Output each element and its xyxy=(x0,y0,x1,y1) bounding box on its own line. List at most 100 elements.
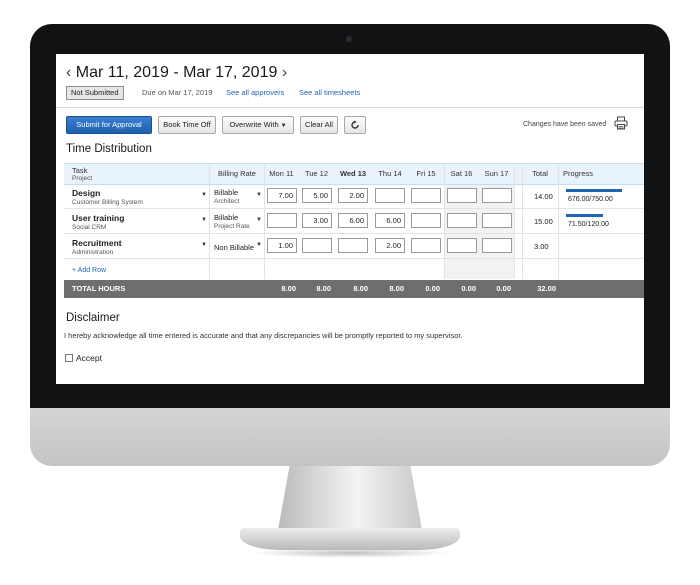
task-name: Recruitment xyxy=(72,238,122,248)
task-dropdown-icon[interactable]: ▼ xyxy=(201,242,207,248)
chevron-right-icon[interactable]: › xyxy=(282,64,287,82)
day-total: 8.00 xyxy=(316,284,331,293)
hours-input[interactable]: 2.00 xyxy=(338,188,368,203)
overwrite-with-label: Overwrite With xyxy=(229,120,279,129)
task-project: Social CRM xyxy=(72,224,107,231)
print-icon[interactable] xyxy=(614,116,628,130)
hours-input[interactable]: 2.00 xyxy=(375,238,405,253)
hours-input[interactable] xyxy=(411,213,441,228)
progress-bar xyxy=(566,189,622,192)
time-distribution-title: Time Distribution xyxy=(66,143,152,155)
billing-type: Billable xyxy=(214,213,239,222)
progress-value: 71.50/120.00 xyxy=(568,221,609,228)
caret-down-icon: ▼ xyxy=(280,123,287,129)
total-hours-row: TOTAL HOURS 8.00 8.00 8.00 8.00 0.00 0.0… xyxy=(64,280,644,298)
hours-input[interactable]: 3.00 xyxy=(302,213,332,228)
overwrite-with-dropdown[interactable]: Overwrite With ▼ xyxy=(222,116,294,134)
hours-input[interactable] xyxy=(482,188,512,203)
hours-input[interactable] xyxy=(482,238,512,253)
billing-dropdown-icon[interactable]: ▼ xyxy=(256,217,262,223)
progress-bar xyxy=(566,214,603,217)
hours-input[interactable] xyxy=(411,188,441,203)
progress-value: 676.00/750.00 xyxy=(568,196,613,203)
due-date: Due on Mar 17, 2019 xyxy=(142,88,213,97)
hours-input[interactable]: 1.00 xyxy=(267,238,297,253)
billing-rate-column-header: Billing Rate xyxy=(218,169,256,178)
timesheet-screen: ‹ Mar 11, 2019 - Mar 17, 2019 › Not Subm… xyxy=(56,54,644,384)
refresh-icon xyxy=(351,120,359,129)
billing-rate: Architect xyxy=(214,198,240,205)
add-row-link[interactable]: + Add Row xyxy=(72,267,106,274)
hours-input[interactable] xyxy=(411,238,441,253)
hours-input[interactable]: 5.00 xyxy=(302,188,332,203)
status-badge: Not Submitted xyxy=(66,86,124,100)
date-range-title: Mar 11, 2019 - Mar 17, 2019 xyxy=(75,64,278,81)
task-project: Administration xyxy=(72,249,114,256)
book-time-off-button[interactable]: Book Time Off xyxy=(158,116,216,134)
day-total: 8.00 xyxy=(353,284,368,293)
disclaimer-title: Disclaimer xyxy=(66,312,120,324)
total-hours-label: TOTAL HOURS xyxy=(72,284,126,293)
grand-total: 32.00 xyxy=(537,284,556,293)
hours-input[interactable] xyxy=(447,238,477,253)
hours-input[interactable]: 7.00 xyxy=(267,188,297,203)
task-dropdown-icon[interactable]: ▼ xyxy=(201,192,207,198)
billing-dropdown-icon[interactable]: ▼ xyxy=(256,242,262,248)
see-all-approvers-link[interactable]: See all approvers xyxy=(226,88,284,97)
hours-input[interactable] xyxy=(267,213,297,228)
progress-column-header: Progress xyxy=(562,169,593,178)
table-row: User training Social CRM ▼ Billable Proj… xyxy=(64,209,644,234)
hours-input[interactable]: 6.00 xyxy=(338,213,368,228)
table-row: Recruitment Administration ▼ Non Billabl… xyxy=(64,234,644,259)
clear-all-button[interactable]: Clear All xyxy=(300,116,338,134)
day-total: 8.00 xyxy=(389,284,404,293)
hours-input[interactable] xyxy=(302,238,332,253)
day-column-header: Sat 16 xyxy=(450,169,473,178)
billing-dropdown-icon[interactable]: ▼ xyxy=(256,192,262,198)
task-name: User training xyxy=(72,213,125,223)
date-range-nav: ‹ Mar 11, 2019 - Mar 17, 2019 › xyxy=(66,64,287,82)
row-total: 3.00 xyxy=(534,242,549,251)
save-status: Changes have been saved xyxy=(523,121,607,128)
refresh-button[interactable] xyxy=(344,116,366,134)
disclaimer-text: I hereby acknowledge all time entered is… xyxy=(64,331,463,340)
billing-type: Billable xyxy=(214,188,239,197)
task-dropdown-icon[interactable]: ▼ xyxy=(201,217,207,223)
time-distribution-grid: Task Project Billing Rate Mon 11 Tue 12 … xyxy=(64,163,644,299)
billing-type: Non Billable xyxy=(214,243,255,252)
day-column-header: Thu 14 xyxy=(378,169,402,178)
day-column-header: Tue 12 xyxy=(304,169,329,178)
monitor-stand-neck xyxy=(278,466,422,530)
billing-rate: Project Rate xyxy=(214,223,250,230)
hours-input[interactable] xyxy=(338,238,368,253)
timesheet-header: ‹ Mar 11, 2019 - Mar 17, 2019 › Not Subm… xyxy=(56,54,644,108)
see-all-timesheets-link[interactable]: See all timesheets xyxy=(299,88,360,97)
hours-input[interactable] xyxy=(447,188,477,203)
accept-checkbox[interactable] xyxy=(65,354,73,362)
hours-input[interactable] xyxy=(482,213,512,228)
day-total: 8.00 xyxy=(281,284,296,293)
day-total: 0.00 xyxy=(425,284,440,293)
day-total: 0.00 xyxy=(496,284,511,293)
chevron-left-icon[interactable]: ‹ xyxy=(66,64,71,82)
submit-for-approval-button[interactable]: Submit for Approval xyxy=(66,116,152,134)
hours-input[interactable]: 6.00 xyxy=(375,213,405,228)
task-project: Customer Billing System xyxy=(72,199,143,206)
monitor-chin xyxy=(30,408,670,466)
table-row: Design Customer Billing System ▼ Billabl… xyxy=(64,184,644,209)
day-total: 0.00 xyxy=(461,284,476,293)
row-total: 15.00 xyxy=(534,217,553,226)
row-total: 14.00 xyxy=(534,192,553,201)
day-column-header: Mon 11 xyxy=(269,169,294,178)
accept-label: Accept xyxy=(76,353,102,363)
camera-icon xyxy=(346,36,352,42)
day-column-header: Wed 13 xyxy=(339,169,367,178)
hours-input[interactable] xyxy=(447,213,477,228)
grid-header: Task Project Billing Rate Mon 11 Tue 12 … xyxy=(64,163,644,185)
hours-input[interactable] xyxy=(375,188,405,203)
day-column-header: Sun 17 xyxy=(484,169,509,178)
total-column-header: Total xyxy=(532,169,548,178)
monitor-stand-foot xyxy=(240,528,460,550)
task-name: Design xyxy=(72,188,101,198)
day-column-header: Fri 15 xyxy=(416,169,436,178)
